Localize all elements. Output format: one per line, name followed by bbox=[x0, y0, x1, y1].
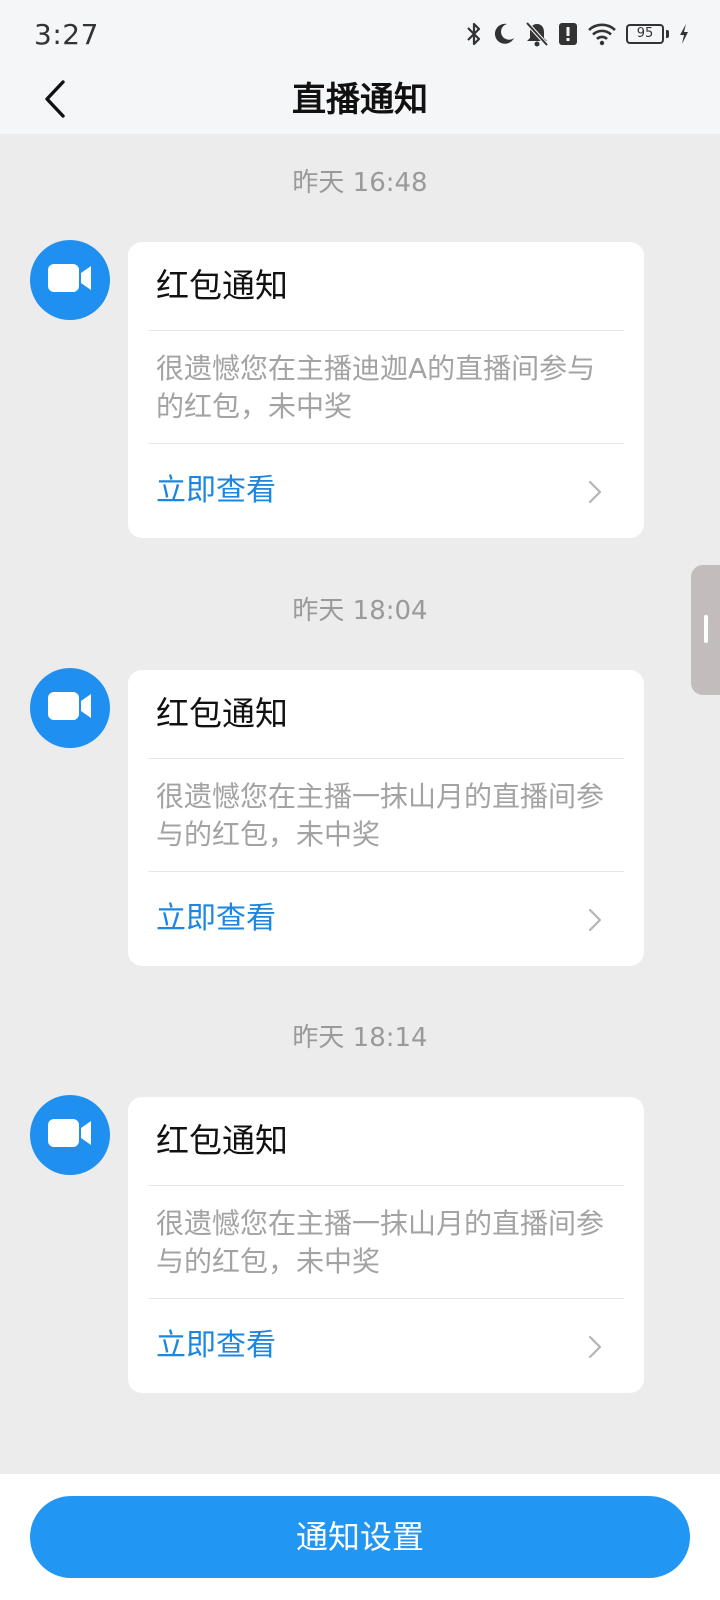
moon-icon bbox=[492, 22, 516, 46]
card-description: 很遗憾您在主播一抹山月的直播间参与的红包，未中奖 bbox=[156, 1207, 605, 1278]
divider bbox=[148, 1185, 624, 1186]
video-camera-icon bbox=[47, 262, 93, 298]
status-bar: 3:27 95 bbox=[0, 0, 720, 68]
avatar bbox=[30, 1095, 110, 1175]
notification-card: 红包通知 很遗憾您在主播一抹山月的直播间参与的红包，未中奖 立即查看 bbox=[128, 1097, 644, 1393]
status-icons: 95 bbox=[465, 21, 690, 47]
divider bbox=[148, 758, 624, 759]
card-description: 很遗憾您在主播一抹山月的直播间参与的红包，未中奖 bbox=[156, 780, 605, 851]
notification-card: 红包通知 很遗憾您在主播一抹山月的直播间参与的红包，未中奖 立即查看 bbox=[128, 670, 644, 966]
nav-bar: 直播通知 bbox=[0, 68, 720, 134]
video-camera-icon bbox=[47, 1117, 93, 1153]
view-now-label: 立即查看 bbox=[156, 901, 276, 936]
battery-icon: 95 bbox=[626, 24, 669, 44]
avatar bbox=[30, 240, 110, 320]
card-title: 红包通知 bbox=[156, 1121, 288, 1160]
status-time: 3:27 bbox=[34, 17, 99, 51]
bluetooth-icon bbox=[465, 21, 483, 47]
notification-card: 红包通知 很遗憾您在主播迪迦A的直播间参与的红包，未中奖 立即查看 bbox=[128, 242, 644, 538]
view-now-link[interactable]: 立即查看 bbox=[128, 872, 644, 966]
alert-icon bbox=[558, 22, 578, 46]
message-item: 昨天 18:14 红包通知 很遗憾您在主播一抹山月的直播间参与的红包，未中奖 立… bbox=[0, 989, 720, 1419]
page-title: 直播通知 bbox=[292, 80, 428, 120]
message-timestamp: 昨天 16:48 bbox=[292, 168, 428, 198]
message-timestamp: 昨天 18:14 bbox=[292, 1023, 428, 1053]
view-now-link[interactable]: 立即查看 bbox=[128, 444, 644, 538]
grip-icon bbox=[704, 615, 708, 643]
view-now-link[interactable]: 立即查看 bbox=[128, 1299, 644, 1393]
back-button[interactable] bbox=[30, 76, 80, 126]
bottom-bar: 通知设置 bbox=[0, 1474, 720, 1600]
chevron-right-icon bbox=[588, 480, 602, 508]
card-description: 很遗憾您在主播迪迦A的直播间参与的红包，未中奖 bbox=[156, 352, 596, 423]
side-drawer-handle[interactable] bbox=[691, 565, 720, 695]
message-item: 昨天 18:04 红包通知 很遗憾您在主播一抹山月的直播间参与的红包，未中奖 立… bbox=[0, 562, 720, 992]
chevron-right-icon bbox=[588, 1335, 602, 1363]
chevron-right-icon bbox=[588, 908, 602, 936]
message-item: 昨天 16:48 红包通知 很遗憾您在主播迪迦A的直播间参与的红包，未中奖 立即… bbox=[0, 134, 720, 564]
wifi-icon bbox=[587, 22, 617, 46]
video-camera-icon bbox=[47, 690, 93, 726]
bell-off-icon bbox=[525, 21, 549, 47]
chevron-left-icon bbox=[42, 79, 68, 123]
divider bbox=[148, 330, 624, 331]
view-now-label: 立即查看 bbox=[156, 1328, 276, 1363]
message-timestamp: 昨天 18:04 bbox=[292, 596, 428, 626]
card-title: 红包通知 bbox=[156, 694, 288, 733]
battery-level: 95 bbox=[626, 24, 664, 44]
card-title: 红包通知 bbox=[156, 266, 288, 305]
notification-settings-button[interactable]: 通知设置 bbox=[30, 1496, 690, 1578]
charging-icon bbox=[678, 23, 690, 45]
view-now-label: 立即查看 bbox=[156, 473, 276, 508]
avatar bbox=[30, 668, 110, 748]
